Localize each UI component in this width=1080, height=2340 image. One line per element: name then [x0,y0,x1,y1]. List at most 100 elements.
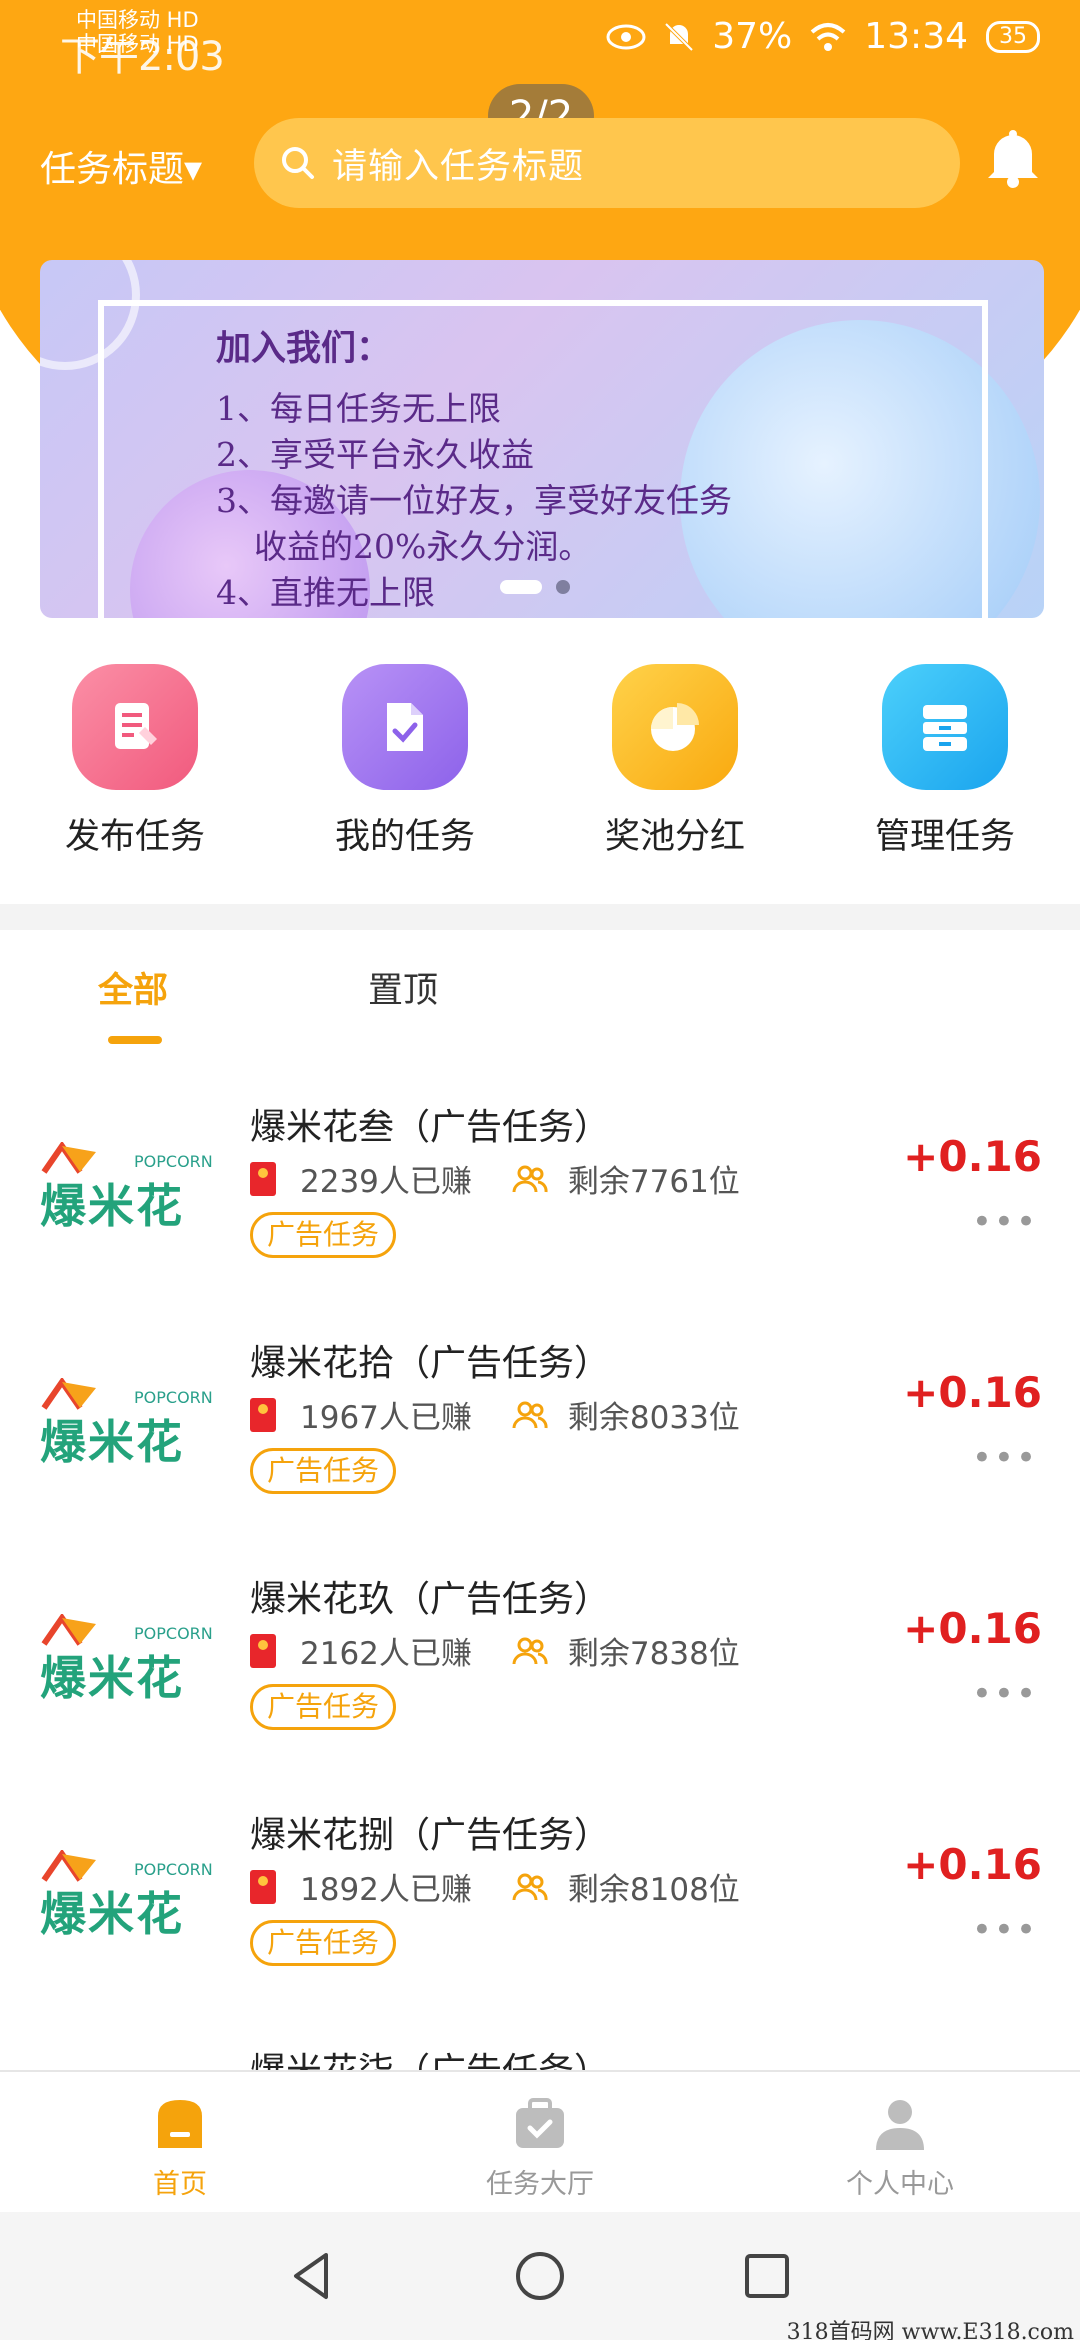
nav-home[interactable]: 首页 [0,2072,360,2212]
status-bar: 中国移动 HD 中国移动 HD 下午2:03 37% 13:34 35 [0,0,1080,80]
recents-square-icon[interactable] [740,2249,794,2303]
task-reward: +0.16 [903,1368,1042,1417]
search-input[interactable]: 请输入任务标题 [254,118,960,208]
task-reward: +0.16 [903,1840,1042,1889]
task-meta: 1967人已赚 剩余8033位 [250,1392,740,1437]
banner-line: 1、每日任务无上限 [216,389,501,428]
banner-line: 2、享受平台永久收益 [216,435,534,474]
section-divider [0,904,1080,930]
home-circle-icon[interactable] [513,2249,567,2303]
briefcase-check-icon [516,2098,564,2148]
task-meta: 2239人已赚 剩余7761位 [250,1156,740,1201]
nav-profile-label: 个人中心 [846,2169,954,2200]
users-icon [512,1165,548,1192]
task-row[interactable]: POPCORN 爆米花 爆米花玖（广告任务） 2162人已赚 剩余7838位 广… [0,1562,1080,1798]
logo-cn: 爆米花 [40,1887,184,1941]
popcorn-logo: POPCORN 爆米花 [40,1850,226,1946]
banner-line: 收益的20%永久分润。 [254,527,592,566]
action-label: 我的任务 [334,817,475,857]
more-options-icon[interactable]: ••• [972,1438,1038,1478]
nav-home-label: 首页 [153,2169,207,2200]
banner-line: 4、直推无上限 [216,573,435,612]
banner-heading: 加入我们： [216,328,392,369]
task-row[interactable]: POPCORN 爆米花 爆米花捌（广告任务） 1892人已赚 剩余8108位 广… [0,1798,1080,2034]
red-packet-icon [250,1869,276,1904]
back-triangle-icon[interactable] [286,2249,340,2303]
banner-dot [556,580,570,594]
task-remaining: 剩余7761位 [567,1164,740,1200]
user-icon [876,2100,924,2150]
action-pool-dividend[interactable]: 奖池分红 [540,664,810,884]
task-tag: 广告任务 [250,1448,397,1494]
task-tag: 广告任务 [250,1212,397,1258]
task-title: 爆米花叁（广告任务） [250,1107,611,1148]
popcorn-logo: POPCORN 爆米花 [40,1142,226,1238]
nav-profile[interactable]: 个人中心 [720,2072,1080,2212]
task-reward: +0.16 [903,1604,1042,1653]
battery-percent: 37% [712,16,793,57]
more-options-icon[interactable]: ••• [972,1202,1038,1242]
promo-banner[interactable]: 加入我们： 1、每日任务无上限 2、享受平台永久收益 3、每邀请一位好友，享受好… [40,260,1044,618]
banner-pagination [500,580,570,594]
check-doc-icon [342,664,468,790]
status-right: 37% 13:34 35 [606,16,1040,57]
task-tag: 广告任务 [250,1684,397,1730]
status-time-right: 13:34 [864,16,968,57]
red-packet-icon [250,1633,276,1668]
nav-task-hall[interactable]: 任务大厅 [360,2072,720,2212]
popcorn-logo: POPCORN 爆米花 [40,1614,226,1710]
red-packet-icon [250,1397,276,1432]
task-earned: 1967人已赚 [300,1400,472,1436]
action-manage-tasks[interactable]: 管理任务 [810,664,1080,884]
task-row[interactable]: POPCORN 爆米花 爆米花拾（广告任务） 1967人已赚 剩余8033位 广… [0,1326,1080,1562]
notification-bell-icon[interactable] [986,128,1040,190]
search-placeholder: 请输入任务标题 [332,146,585,187]
task-earned: 2239人已赚 [300,1164,472,1200]
home-icon [158,2100,202,2148]
banner-text: 加入我们： 1、每日任务无上限 2、享受平台永久收益 3、每邀请一位好友，享受好… [216,326,732,616]
tab-pinned[interactable]: 置顶 [368,962,438,1013]
task-remaining: 剩余8108位 [567,1872,740,1908]
wifi-icon [810,22,846,51]
users-icon [512,1873,548,1900]
task-row[interactable]: POPCORN 爆米花 爆米花叁（广告任务） 2239人已赚 剩余7761位 广… [0,1090,1080,1326]
app-root: { "status_bar": { "carrier1": "中国移动 HD",… [0,0,1080,2340]
logo-en: POPCORN [134,1624,213,1643]
banner-line: 3、每邀请一位好友，享受好友任务 [216,481,732,520]
mute-bell-icon [664,22,694,51]
logo-cn: 爆米花 [40,1651,184,1705]
banner-dot-active [500,580,542,594]
tab-active-indicator [108,1036,162,1044]
search-icon [282,147,314,179]
task-list: POPCORN 爆米花 爆米花叁（广告任务） 2239人已赚 剩余7761位 广… [0,1090,1080,2092]
task-tag: 广告任务 [250,1920,397,1966]
logo-cn: 爆米花 [40,1415,184,1469]
action-label: 管理任务 [874,817,1015,857]
task-meta: 2162人已赚 剩余7838位 [250,1628,740,1673]
top-bar: 任务标题▾ 请输入任务标题 [0,118,1080,208]
cabinet-icon [882,664,1008,790]
quick-actions: 发布任务 我的任务 奖池分红 管理任务 [0,664,1080,884]
task-title: 爆米花玖（广告任务） [250,1579,611,1620]
task-title: 爆米花捌（广告任务） [250,1815,611,1856]
red-packet-icon [250,1161,276,1196]
more-options-icon[interactable]: ••• [972,1910,1038,1950]
battery-icon: 35 [986,20,1040,53]
logo-en: POPCORN [134,1152,213,1171]
task-title-dropdown[interactable]: 任务标题▾ [40,140,202,192]
action-label: 奖池分红 [604,817,745,857]
more-options-icon[interactable]: ••• [972,1674,1038,1714]
status-time-left: 下午2:03 [60,34,225,80]
nav-task-hall-label: 任务大厅 [486,2169,594,2200]
pie-chart-icon [612,664,738,790]
tab-all[interactable]: 全部 [98,962,168,1013]
task-remaining: 剩余7838位 [567,1636,740,1672]
task-reward: +0.16 [903,1132,1042,1181]
edit-doc-icon [72,664,198,790]
action-my-tasks[interactable]: 我的任务 [270,664,540,884]
users-icon [512,1637,548,1664]
task-title: 爆米花拾（广告任务） [250,1343,611,1384]
action-publish-task[interactable]: 发布任务 [0,664,270,884]
task-meta: 1892人已赚 剩余8108位 [250,1864,740,1909]
bottom-nav: 首页 任务大厅 个人中心 [0,2070,1080,2212]
